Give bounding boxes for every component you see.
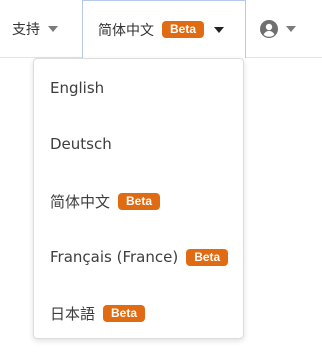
beta-badge: Beta [186,248,229,266]
menu-item-french[interactable]: Français (France) Beta [50,242,229,272]
menu-item-label: English [50,79,105,97]
menu-item-label: Français (France) [50,248,179,266]
menu-item-english[interactable]: English [50,73,104,103]
support-label: 支持 [12,22,40,38]
beta-badge: Beta [103,304,146,322]
support-menu-button[interactable]: 支持 [12,0,82,58]
menu-item-label: 简体中文 [50,192,111,211]
language-menu-button[interactable]: 简体中文 Beta [82,0,246,58]
language-dropdown-menu: English Deutsch 简体中文 Beta Français (Fran… [33,58,244,339]
menu-item-japanese[interactable]: 日本語 Beta [50,298,146,328]
top-navigation-bar: 支持 简体中文 Beta [0,0,322,58]
user-menu-button[interactable] [256,0,316,58]
menu-item-deutsch[interactable]: Deutsch [50,129,112,159]
chevron-down-icon [214,26,225,33]
beta-badge: Beta [162,21,205,38]
menu-item-label: Deutsch [50,135,112,153]
chevron-down-icon [48,26,58,32]
beta-badge: Beta [118,192,161,210]
user-circle-icon [260,20,278,38]
menu-item-simplified-chinese[interactable]: 简体中文 Beta [50,186,161,216]
language-label: 简体中文 [98,22,154,39]
menu-item-label: 日本語 [50,304,96,323]
chevron-down-icon [286,26,296,32]
